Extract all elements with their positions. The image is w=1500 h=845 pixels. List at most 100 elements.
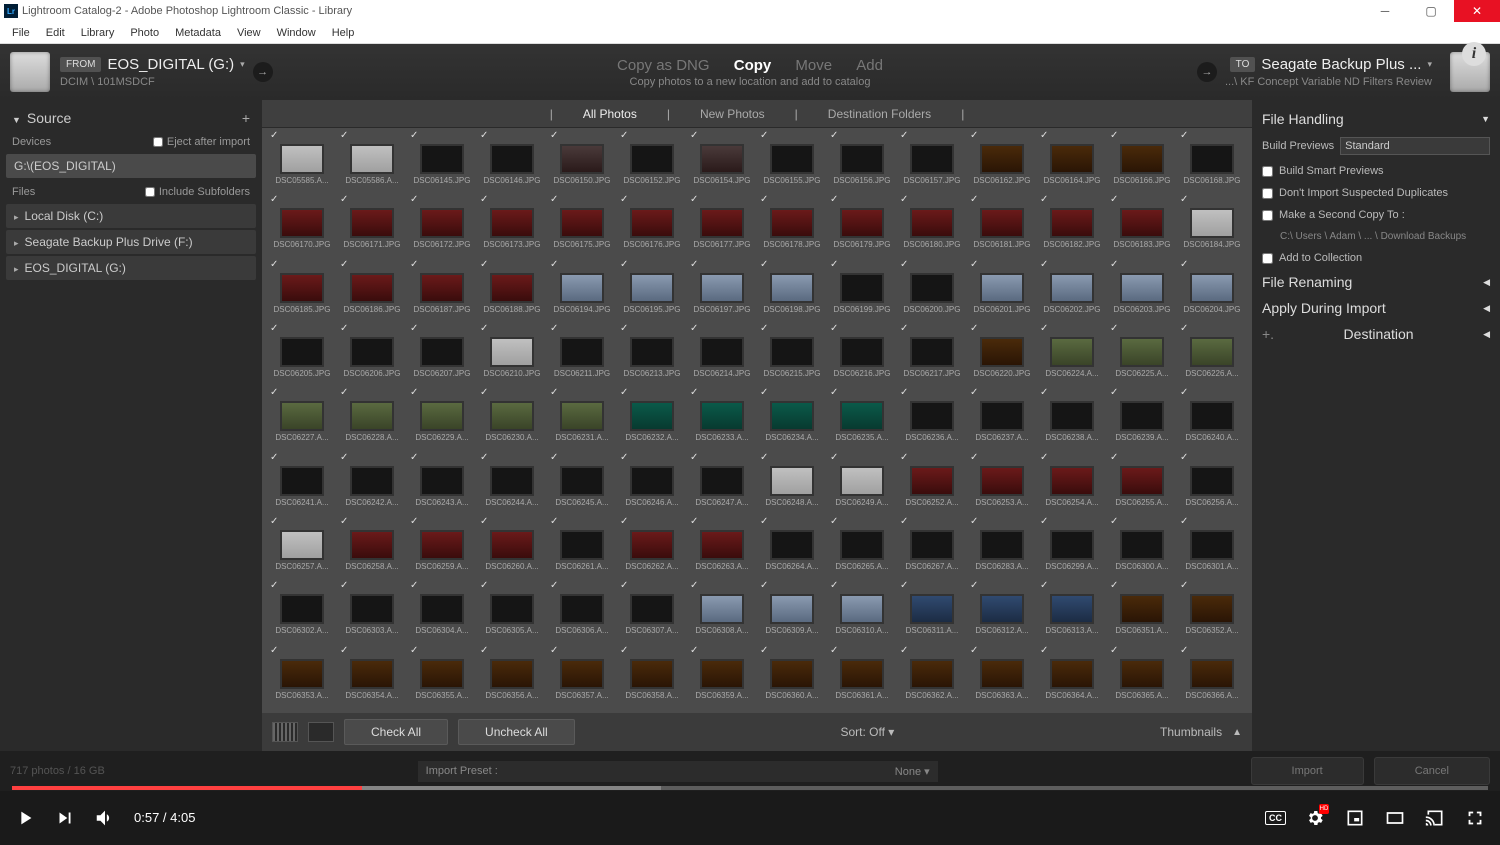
check-icon[interactable]: ✓ [340, 452, 348, 463]
thumbnail-image[interactable] [630, 273, 674, 303]
check-icon[interactable]: ✓ [480, 259, 488, 270]
thumbnail-image[interactable] [350, 659, 394, 689]
thumbnail-image[interactable] [980, 594, 1024, 624]
thumbnail-cell[interactable]: ✓DSC06234.A... [758, 389, 826, 451]
thumbnail-cell[interactable]: ✓DSC06259.A... [408, 518, 476, 580]
thumbnail-image[interactable] [350, 594, 394, 624]
thumbnail-cell[interactable]: ✓DSC06168.JPG [1178, 132, 1246, 194]
thumbnail-image[interactable] [1050, 208, 1094, 238]
source-swap-icon[interactable]: → [253, 62, 273, 82]
thumbnail-image[interactable] [770, 466, 814, 496]
thumbnail-image[interactable] [840, 273, 884, 303]
settings-icon[interactable]: HD [1304, 807, 1326, 829]
menu-metadata[interactable]: Metadata [167, 25, 229, 41]
thumbnail-image[interactable] [910, 273, 954, 303]
check-icon[interactable]: ✓ [760, 645, 768, 656]
thumbnail-image[interactable] [350, 144, 394, 174]
thumbnail-image[interactable] [350, 401, 394, 431]
thumbnail-image[interactable] [770, 659, 814, 689]
thumbnail-cell[interactable]: ✓DSC06313.A... [1038, 582, 1106, 644]
thumbnail-cell[interactable]: ✓DSC06265.A... [828, 518, 896, 580]
check-icon[interactable]: ✓ [760, 452, 768, 463]
thumbnail-image[interactable] [350, 337, 394, 367]
thumbnail-image[interactable] [420, 208, 464, 238]
check-icon[interactable]: ✓ [270, 130, 278, 141]
dest-swap-icon[interactable]: → [1197, 62, 1217, 82]
check-icon[interactable]: ✓ [1040, 194, 1048, 205]
thumbnail-image[interactable] [840, 208, 884, 238]
thumbnail-image[interactable] [560, 594, 604, 624]
play-icon[interactable] [14, 807, 36, 829]
thumbnail-image[interactable] [420, 466, 464, 496]
check-icon[interactable]: ✓ [1180, 645, 1188, 656]
thumbnail-image[interactable] [350, 530, 394, 560]
thumbnail-cell[interactable]: ✓DSC05586.A... [338, 132, 406, 194]
thumbnail-image[interactable] [980, 659, 1024, 689]
check-icon[interactable]: ✓ [900, 323, 908, 334]
thumbnail-cell[interactable]: ✓DSC06300.A... [1108, 518, 1176, 580]
thumbnail-cell[interactable]: ✓DSC05585.A... [268, 132, 336, 194]
thumbnail-image[interactable] [980, 273, 1024, 303]
thumbnail-cell[interactable]: ✓DSC06353.A... [268, 647, 336, 709]
import-button[interactable]: Import [1251, 757, 1364, 785]
next-icon[interactable] [54, 807, 76, 829]
check-icon[interactable]: ✓ [970, 580, 978, 591]
include-subfolders-checkbox[interactable]: Include Subfolders [145, 186, 250, 198]
check-icon[interactable]: ✓ [900, 259, 908, 270]
thumbnail-cell[interactable]: ✓DSC06152.JPG [618, 132, 686, 194]
thumbnail-cell[interactable]: ✓DSC06202.JPG [1038, 261, 1106, 323]
check-icon[interactable]: ✓ [270, 387, 278, 398]
thumbnail-image[interactable] [840, 401, 884, 431]
thumbnail-cell[interactable]: ✓DSC06164.JPG [1038, 132, 1106, 194]
thumbnail-image[interactable] [700, 273, 744, 303]
thumbnail-cell[interactable]: ✓DSC06172.JPG [408, 196, 476, 258]
check-icon[interactable]: ✓ [1110, 387, 1118, 398]
thumbnail-cell[interactable]: ✓DSC06198.JPG [758, 261, 826, 323]
thumbnail-cell[interactable]: ✓DSC06180.JPG [898, 196, 966, 258]
thumbnail-cell[interactable]: ✓DSC06188.JPG [478, 261, 546, 323]
thumbnail-cell[interactable]: ✓DSC06264.A... [758, 518, 826, 580]
thumbnail-image[interactable] [1190, 337, 1234, 367]
thumbnail-image[interactable] [840, 594, 884, 624]
check-icon[interactable]: ✓ [690, 130, 698, 141]
thumbnail-cell[interactable]: ✓DSC06310.A... [828, 582, 896, 644]
thumbnail-cell[interactable]: ✓DSC06171.JPG [338, 196, 406, 258]
tab-destination-folders[interactable]: Destination Folders [822, 107, 937, 121]
check-icon[interactable]: ✓ [970, 452, 978, 463]
check-icon[interactable]: ✓ [410, 130, 418, 141]
mode-copy[interactable]: Copy [734, 57, 772, 74]
check-icon[interactable]: ✓ [480, 323, 488, 334]
check-all-button[interactable]: Check All [344, 719, 448, 745]
check-icon[interactable]: ✓ [410, 387, 418, 398]
check-icon[interactable]: ✓ [340, 516, 348, 527]
thumbnail-cell[interactable]: ✓DSC06150.JPG [548, 132, 616, 194]
thumbnail-image[interactable] [490, 337, 534, 367]
thumbnail-cell[interactable]: ✓DSC06361.A... [828, 647, 896, 709]
add-collection-checkbox[interactable] [1262, 253, 1273, 264]
thumbnail-image[interactable] [770, 530, 814, 560]
thumbnail-cell[interactable]: ✓DSC06283.A... [968, 518, 1036, 580]
thumbnail-cell[interactable]: ✓DSC06186.JPG [338, 261, 406, 323]
check-icon[interactable]: ✓ [1040, 580, 1048, 591]
thumbnail-cell[interactable]: ✓DSC06155.JPG [758, 132, 826, 194]
thumbnail-image[interactable] [1050, 401, 1094, 431]
check-icon[interactable]: ✓ [760, 194, 768, 205]
thumbnail-image[interactable] [350, 273, 394, 303]
build-previews-select[interactable]: Standard [1340, 137, 1490, 155]
thumbnail-cell[interactable]: ✓DSC06200.JPG [898, 261, 966, 323]
smart-previews-checkbox[interactable] [1262, 166, 1273, 177]
destination-header[interactable]: +.Destination◀ [1260, 321, 1492, 347]
check-icon[interactable]: ✓ [830, 194, 838, 205]
thumbnail-image[interactable] [1190, 208, 1234, 238]
thumbnail-image[interactable] [420, 530, 464, 560]
thumbnail-image[interactable] [700, 208, 744, 238]
loupe-view-icon[interactable] [308, 722, 334, 742]
thumbnail-image[interactable] [630, 594, 674, 624]
sort-value[interactable]: Off [869, 725, 885, 739]
thumbnail-image[interactable] [560, 273, 604, 303]
thumbnail-cell[interactable]: ✓DSC06312.A... [968, 582, 1036, 644]
thumbnail-image[interactable] [630, 208, 674, 238]
thumbnail-cell[interactable]: ✓DSC06203.JPG [1108, 261, 1176, 323]
check-icon[interactable]: ✓ [340, 130, 348, 141]
thumbnail-image[interactable] [560, 337, 604, 367]
